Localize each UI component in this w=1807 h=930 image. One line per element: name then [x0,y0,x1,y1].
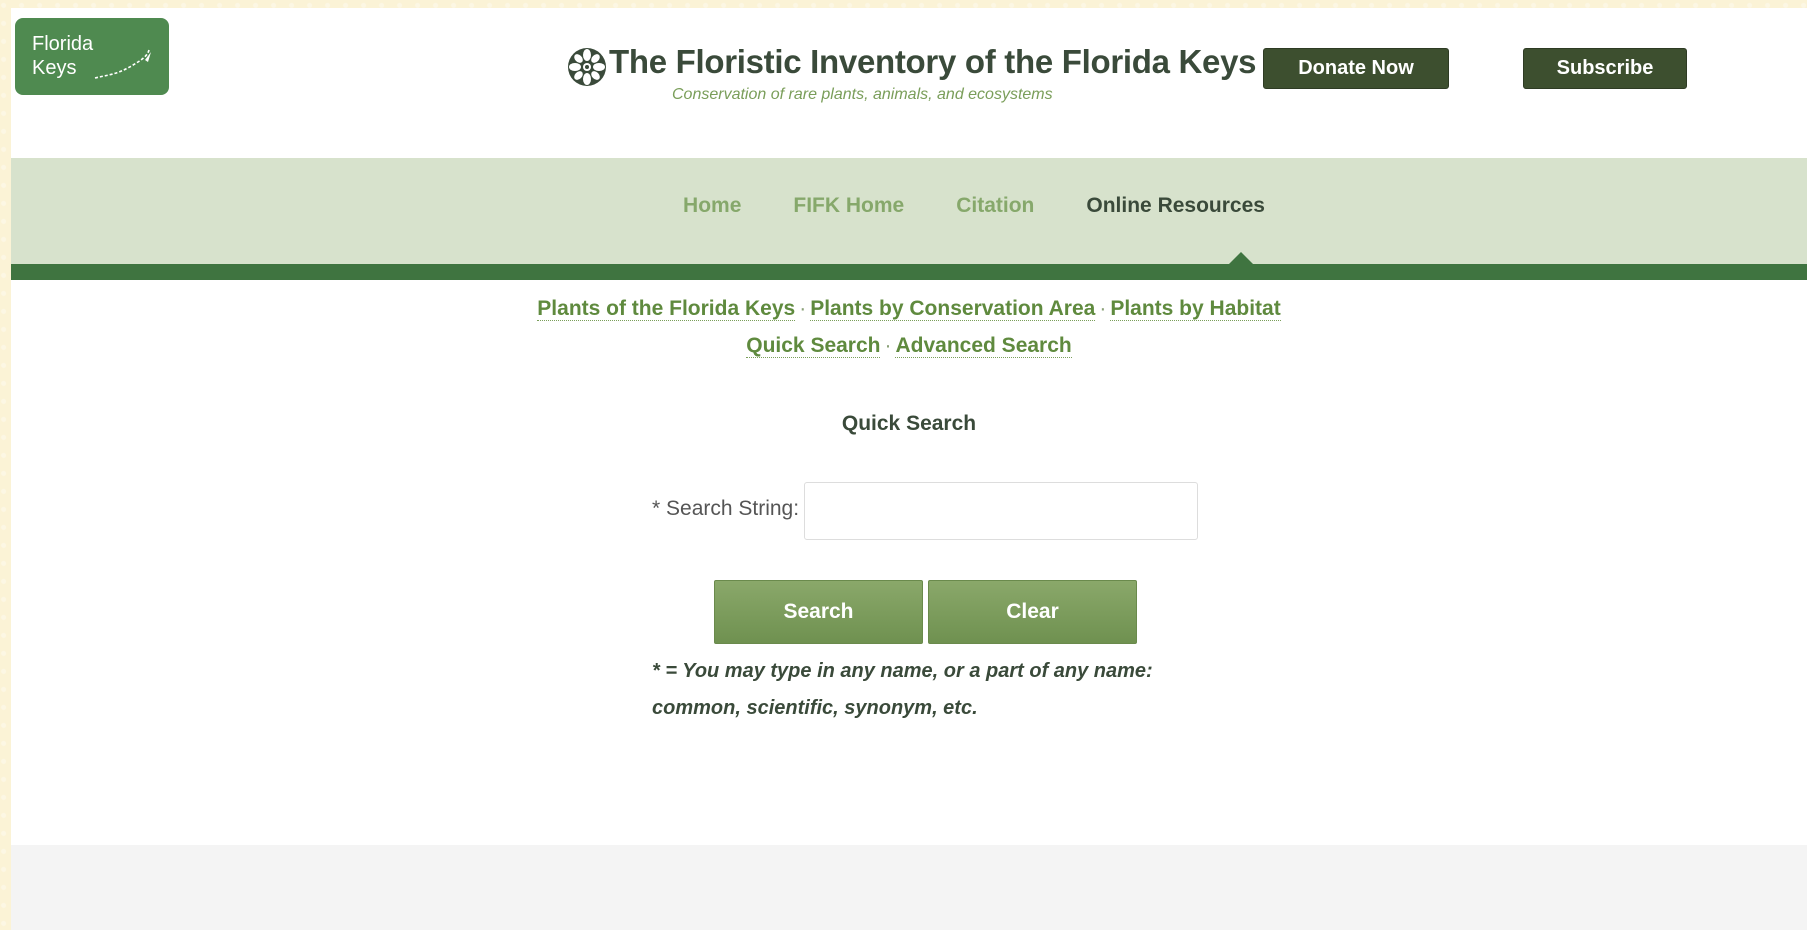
nav-item-citation[interactable]: Citation [956,194,1034,218]
search-hint-line-2: common, scientific, synonym, etc. [652,697,978,719]
search-string-label: * Search String: [652,497,800,520]
site-logo[interactable]: Florida Keys [15,18,169,95]
link-quick-search[interactable]: Quick Search [746,334,881,358]
link-plants-by-habitat[interactable]: Plants by Habitat [1110,297,1281,321]
resource-links-row-2: Quick Search · Advanced Search [11,334,1807,358]
search-hint-line-1: * = You may type in any name, or a part … [652,660,1153,682]
link-plants-by-conservation-area[interactable]: Plants by Conservation Area [810,297,1096,321]
clear-button[interactable]: Clear [928,580,1137,644]
nav-item-home[interactable]: Home [683,194,741,218]
nav-item-fifk-home[interactable]: FIFK Home [793,194,904,218]
nav-item-online-resources[interactable]: Online Resources [1086,194,1265,218]
site-header: The Floristic Inventory of the Florida K… [556,36,1257,106]
link-separator: · [884,334,892,357]
main-nav: Home FIFK Home Citation Online Resources [11,158,1807,264]
link-plants-of-florida-keys[interactable]: Plants of the Florida Keys [537,297,796,321]
subscribe-button[interactable]: Subscribe [1523,48,1687,89]
donate-button[interactable]: Donate Now [1263,48,1449,89]
site-title[interactable]: The Floristic Inventory of the Florida K… [609,43,1257,81]
nav-divider-bar [11,264,1807,280]
page: Florida Keys The Floristic Inventory of … [11,8,1807,930]
link-separator: · [1099,297,1107,320]
flower-icon [568,48,606,86]
link-separator: · [799,297,807,320]
site-subtitle: Conservation of rare plants, animals, an… [672,86,1053,103]
section-title: Quick Search [841,412,977,435]
link-advanced-search[interactable]: Advanced Search [895,334,1072,358]
active-nav-indicator [1229,252,1253,264]
search-string-input[interactable] [804,482,1198,540]
footer [11,845,1807,930]
keys-map-icon [94,49,151,79]
search-button[interactable]: Search [714,580,923,644]
resource-links-row-1: Plants of the Florida Keys · Plants by Con… [11,297,1807,321]
